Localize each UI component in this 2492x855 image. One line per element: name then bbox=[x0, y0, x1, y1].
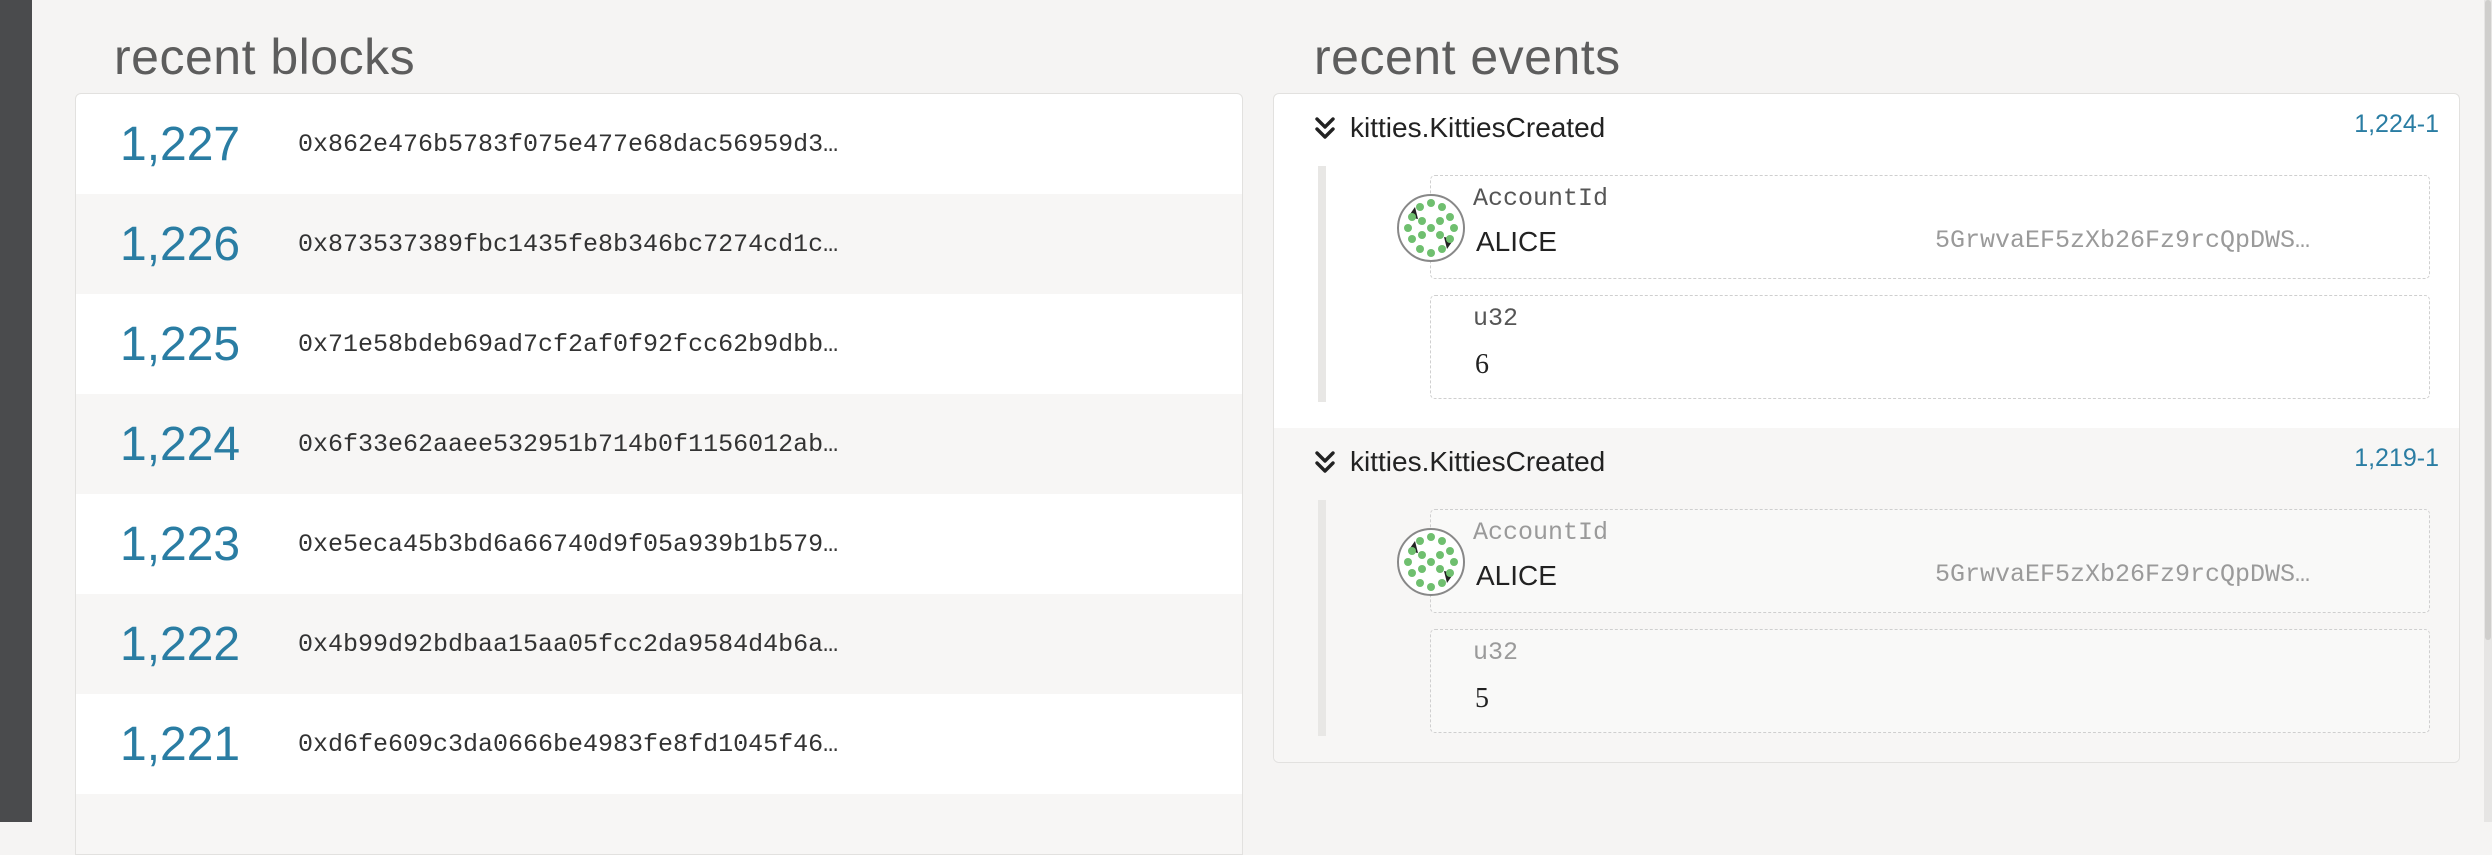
block-row[interactable]: 1,222 0x4b99d92bdbaa15aa05fcc2da9584d4b6… bbox=[76, 594, 1242, 694]
param-type: u32 bbox=[1473, 638, 1519, 667]
account-address[interactable]: 5GrwvaEF5zXb26Fz9rcQpDWS… bbox=[1935, 226, 2310, 255]
event-indent-bar bbox=[1318, 166, 1326, 402]
event-item: kitties.KittiesCreated 1,224-1 AccountId… bbox=[1274, 94, 2459, 428]
param-type: AccountId bbox=[1473, 518, 1609, 547]
identicon[interactable] bbox=[1396, 527, 1466, 597]
recent-blocks-list: 1,227 0x862e476b5783f075e477e68dac56959d… bbox=[75, 93, 1243, 855]
block-row[interactable]: 1,223 0xe5eca45b3bd6a66740d9f05a939b1b57… bbox=[76, 494, 1242, 594]
recent-events-list: kitties.KittiesCreated 1,224-1 AccountId… bbox=[1273, 93, 2460, 763]
event-name: kitties.KittiesCreated bbox=[1350, 446, 1606, 477]
scrollbar-thumb[interactable] bbox=[2485, 0, 2491, 640]
event-item: kitties.KittiesCreated 1,219-1 AccountId… bbox=[1274, 428, 2459, 762]
account-name: ALICE bbox=[1476, 226, 1557, 257]
double-chevron-down-icon[interactable] bbox=[1314, 116, 1336, 140]
account-name: ALICE bbox=[1476, 560, 1557, 591]
recent-events-title: recent events bbox=[1314, 29, 1621, 85]
block-row[interactable]: 1,225 0x71e58bdeb69ad7cf2af0f92fcc62b9db… bbox=[76, 294, 1242, 394]
block-hash: 0x873537389fbc1435fe8b346bc7274cd1c… bbox=[298, 229, 839, 259]
page-scrollbar[interactable] bbox=[2484, 0, 2492, 822]
event-header[interactable]: kitties.KittiesCreated bbox=[1314, 446, 1605, 478]
event-id-link[interactable]: 1,224-1 bbox=[2354, 110, 2439, 139]
block-number[interactable]: 1,224 bbox=[76, 417, 298, 472]
block-hash: 0x71e58bdeb69ad7cf2af0f92fcc62b9dbb… bbox=[298, 329, 839, 359]
block-row[interactable]: 1,224 0x6f33e62aaee532951b714b0f1156012a… bbox=[76, 394, 1242, 494]
u32-param: u32 6 bbox=[1430, 295, 2430, 399]
block-hash: 0x6f33e62aaee532951b714b0f1156012ab… bbox=[298, 429, 839, 459]
identicon[interactable] bbox=[1396, 193, 1466, 263]
block-number[interactable]: 1,225 bbox=[76, 317, 298, 372]
param-value: 5 bbox=[1475, 683, 1489, 714]
block-hash: 0x4b99d92bdbaa15aa05fcc2da9584d4b6a… bbox=[298, 629, 839, 659]
block-row[interactable]: 1,221 0xd6fe609c3da0666be4983fe8fd1045f4… bbox=[76, 694, 1242, 794]
event-name: kitties.KittiesCreated bbox=[1350, 112, 1606, 143]
app-sidebar bbox=[0, 0, 32, 822]
param-type: AccountId bbox=[1473, 184, 1609, 213]
block-row[interactable] bbox=[76, 794, 1242, 854]
block-hash: 0x862e476b5783f075e477e68dac56959d3… bbox=[298, 129, 839, 159]
block-number[interactable]: 1,223 bbox=[76, 517, 298, 572]
recent-blocks-title: recent blocks bbox=[114, 29, 416, 85]
block-number[interactable]: 1,226 bbox=[76, 217, 298, 272]
event-indent-bar bbox=[1318, 500, 1326, 736]
block-hash: 0xe5eca45b3bd6a66740d9f05a939b1b579… bbox=[298, 529, 839, 559]
block-hash: 0xd6fe609c3da0666be4983fe8fd1045f46… bbox=[298, 729, 839, 759]
param-value: 6 bbox=[1475, 349, 1489, 380]
double-chevron-down-icon[interactable] bbox=[1314, 450, 1336, 474]
block-row[interactable]: 1,226 0x873537389fbc1435fe8b346bc7274cd1… bbox=[76, 194, 1242, 294]
block-number[interactable]: 1,227 bbox=[76, 117, 298, 172]
account-address[interactable]: 5GrwvaEF5zXb26Fz9rcQpDWS… bbox=[1935, 560, 2310, 589]
block-number[interactable]: 1,221 bbox=[76, 717, 298, 772]
u32-param: u32 5 bbox=[1430, 629, 2430, 733]
block-row[interactable]: 1,227 0x862e476b5783f075e477e68dac56959d… bbox=[76, 94, 1242, 194]
event-header[interactable]: kitties.KittiesCreated bbox=[1314, 112, 1605, 144]
account-param: AccountId ALICE 5GrwvaEF5zXb26Fz9rcQpDWS… bbox=[1430, 509, 2430, 613]
account-param: AccountId ALICE 5GrwvaEF5zXb26Fz9rcQpDWS… bbox=[1430, 175, 2430, 279]
param-type: u32 bbox=[1473, 304, 1519, 333]
block-number[interactable]: 1,222 bbox=[76, 617, 298, 672]
event-id-link[interactable]: 1,219-1 bbox=[2354, 444, 2439, 473]
